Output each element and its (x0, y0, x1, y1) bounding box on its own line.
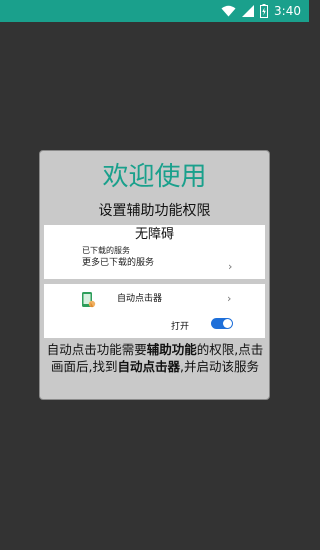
instructions-text: 自动点击功能需要辅助功能的权限,点击画面后,找到自动点击器,并启动该服务 (46, 341, 264, 375)
dialog-title: 欢迎使用 (102, 162, 207, 192)
status-bar: 3:40 (0, 0, 309, 22)
more-downloaded-services-item[interactable]: 更多已下载的服务 (82, 257, 154, 269)
instructions-part3: ,并启动该服务 (180, 359, 259, 374)
service-toggle[interactable] (211, 318, 233, 329)
status-icons: 3:40 (221, 3, 301, 19)
toggle-knob (223, 319, 232, 328)
chevron-right-icon: › (228, 260, 233, 273)
permission-dialog: 欢迎使用 设置辅助功能权限 无障碍 已下载的服务 更多已下载的服务 › 自动点击… (39, 150, 270, 400)
chevron-right-icon: › (227, 292, 232, 305)
app-name: 自动点击器 (117, 294, 163, 304)
battery-charging-icon (260, 4, 269, 18)
signal-icon (242, 5, 255, 17)
auto-clicker-service-panel[interactable]: 自动点击器 › 打开 (44, 284, 265, 338)
dialog-subtitle: 设置辅助功能权限 (98, 203, 211, 219)
status-time: 3:40 (274, 4, 301, 18)
auto-clicker-app-icon (82, 292, 96, 308)
accessibility-title: 无障碍 (134, 227, 174, 242)
instructions-part1: 自动点击功能需要 (46, 342, 147, 357)
toggle-label: 打开 (171, 322, 190, 332)
instructions-bold-app-name: 自动点击器 (117, 359, 180, 374)
accessibility-settings-panel[interactable]: 无障碍 已下载的服务 更多已下载的服务 › (44, 225, 265, 279)
downloaded-services-label: 已下载的服务 (82, 246, 130, 255)
instructions-bold-accessibility: 辅助功能 (146, 342, 197, 357)
wifi-icon (221, 5, 236, 17)
